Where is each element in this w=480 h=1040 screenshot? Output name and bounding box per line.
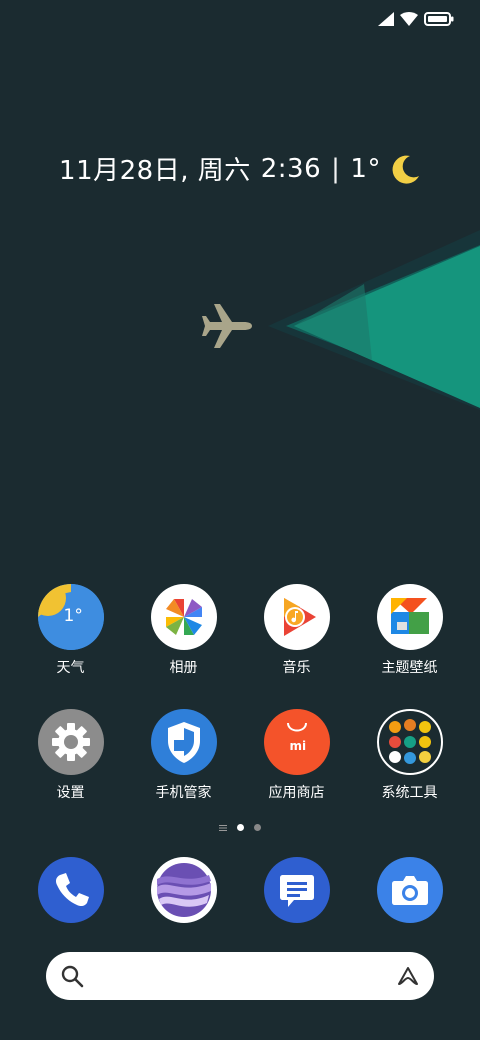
app-store-icon-text: mi [289, 739, 307, 753]
app-label: 应用商店 [268, 785, 325, 801]
clock-weather-widget[interactable]: 11月28日, 周六 2:36 | 1° [0, 150, 480, 187]
app-label: 系统工具 [381, 785, 438, 801]
app-grid-row-1: 1° 天气 相册 音乐 主题壁纸 [14, 584, 466, 677]
music-icon [263, 584, 330, 650]
all-apps-lines-icon [219, 824, 227, 831]
date-text: 11月28日, 周六 [59, 156, 251, 186]
assistant-icon[interactable] [396, 964, 420, 988]
search-icon [61, 965, 84, 988]
photos-icon [150, 584, 217, 650]
app-photos[interactable]: 相册 [127, 584, 240, 677]
page-indicator[interactable] [0, 824, 480, 831]
dock [14, 857, 466, 923]
page-dot-current [237, 824, 244, 831]
app-music[interactable]: 音乐 [240, 584, 353, 677]
dock-camera[interactable] [353, 857, 466, 923]
dock-messages[interactable] [240, 857, 353, 923]
airplane-icon [202, 304, 252, 348]
app-label: 相册 [169, 660, 198, 676]
search-bar[interactable] [46, 952, 434, 1000]
app-store[interactable]: mi 应用商店 [240, 709, 353, 802]
weather-icon: 1° [37, 584, 104, 650]
messages-icon [263, 857, 330, 923]
app-label: 设置 [56, 785, 85, 801]
app-label: 音乐 [282, 660, 311, 676]
app-themes[interactable]: 主题壁纸 [353, 584, 466, 677]
temperature-text: 1° [350, 153, 381, 184]
app-grid-row-2: 设置 手机管家 mi 应用商店 系统工具 [14, 709, 466, 802]
time-text: 2:36 [260, 153, 322, 184]
page-dot [254, 824, 261, 831]
wifi-icon [400, 12, 418, 26]
app-label: 手机管家 [155, 785, 212, 801]
camera-icon [376, 857, 443, 923]
app-label: 天气 [56, 660, 85, 676]
dock-phone[interactable] [14, 857, 127, 923]
separator: | [331, 153, 341, 184]
moon-icon [392, 155, 419, 184]
signal-icon [378, 12, 394, 26]
system-tools-folder-icon [376, 709, 443, 775]
browser-icon [150, 857, 217, 923]
weather-icon-temp: 1° [63, 606, 83, 626]
themes-icon [376, 584, 443, 650]
app-security[interactable]: 手机管家 [127, 709, 240, 802]
security-icon [150, 709, 217, 775]
status-bar [0, 0, 480, 40]
folder-system-tools[interactable]: 系统工具 [353, 709, 466, 802]
phone-icon [37, 857, 104, 923]
app-weather[interactable]: 1° 天气 [14, 584, 127, 677]
app-store-icon: mi [263, 709, 330, 775]
app-label: 主题壁纸 [381, 660, 438, 676]
dock-browser[interactable] [127, 857, 240, 923]
battery-icon [424, 12, 454, 26]
settings-icon [37, 709, 104, 775]
app-settings[interactable]: 设置 [14, 709, 127, 802]
